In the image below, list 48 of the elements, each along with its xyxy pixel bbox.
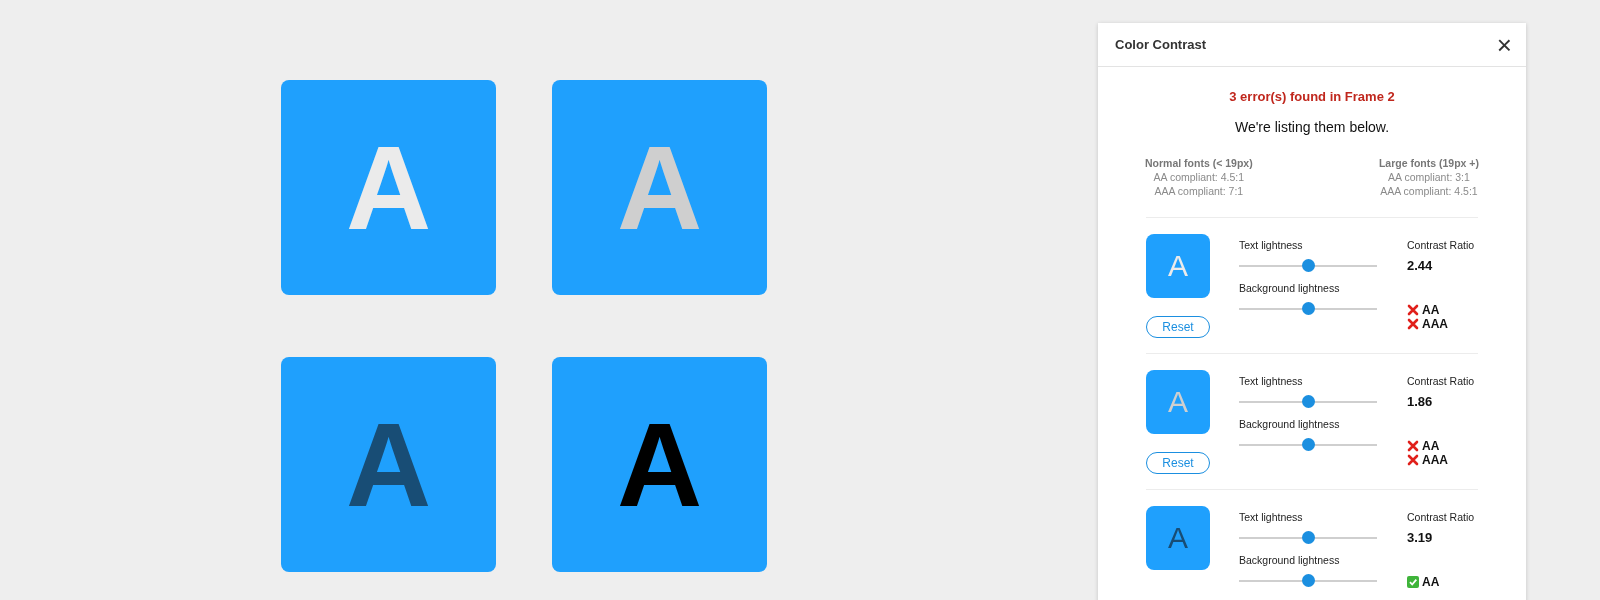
legend-heading: Large fonts (19px +) — [1378, 157, 1479, 169]
legend-heading: Normal fonts (< 19px) — [1145, 157, 1253, 169]
panel-title: Color Contrast — [1115, 37, 1206, 52]
error-summary: 3 error(s) found in Frame 2 — [1229, 89, 1395, 104]
compliance-level: AA — [1422, 575, 1440, 589]
slider-label: Background lightness — [1239, 418, 1341, 430]
ratio-label: Contrast Ratio — [1407, 239, 1476, 251]
tile-letter: A — [345, 405, 432, 524]
slider-thumb[interactable] — [1301, 531, 1315, 544]
slider-thumb[interactable] — [1301, 574, 1315, 587]
slider-thumb[interactable] — [1301, 395, 1315, 408]
tile-letter: A — [616, 405, 703, 524]
ratio-value: 2.44 — [1407, 258, 1434, 273]
slider-track[interactable] — [1239, 259, 1377, 272]
slider-label: Background lightness — [1239, 554, 1341, 566]
summary-subtitle: We're listing them below. — [1234, 119, 1390, 135]
compliance-level: AA — [1422, 303, 1440, 317]
preview-letter: A — [1168, 521, 1188, 555]
preview-letter: A — [1168, 249, 1188, 283]
tile-letter: A — [345, 128, 432, 247]
compliance-level: AAA — [1422, 453, 1448, 467]
reset-button[interactable]: Reset — [1146, 452, 1210, 474]
legend-line: AA compliant: 3:1 — [1388, 171, 1470, 183]
legend-line: AAA compliant: 7:1 — [1154, 185, 1244, 197]
slider-thumb[interactable] — [1301, 438, 1315, 451]
slider-label: Background lightness — [1239, 282, 1341, 294]
ratio-value: 3.19 — [1407, 530, 1434, 545]
slider-track[interactable] — [1239, 574, 1377, 587]
slider-thumb[interactable] — [1301, 259, 1315, 272]
ratio-value: 1.86 — [1407, 394, 1434, 409]
slider-track[interactable] — [1239, 395, 1377, 408]
slider-thumb[interactable] — [1301, 302, 1315, 315]
reset-button[interactable]: Reset — [1146, 316, 1210, 338]
close-button[interactable]: × — [1496, 31, 1512, 58]
slider-track[interactable] — [1239, 438, 1377, 451]
slider-track[interactable] — [1239, 531, 1377, 544]
compliance-level: AA — [1422, 439, 1440, 453]
legend-line: AAA compliant: 4.5:1 — [1380, 185, 1478, 197]
ratio-label: Contrast Ratio — [1407, 375, 1476, 387]
slider-label: Text lightness — [1239, 511, 1304, 523]
slider-label: Text lightness — [1239, 375, 1304, 387]
compliance-level: AAA — [1422, 317, 1448, 331]
slider-label: Text lightness — [1239, 239, 1304, 251]
legend-line: AA compliant: 4.5:1 — [1153, 171, 1245, 183]
slider-track[interactable] — [1239, 302, 1377, 315]
ratio-label: Contrast Ratio — [1407, 511, 1476, 523]
preview-letter: A — [1168, 385, 1188, 419]
tile-letter: A — [616, 128, 703, 247]
